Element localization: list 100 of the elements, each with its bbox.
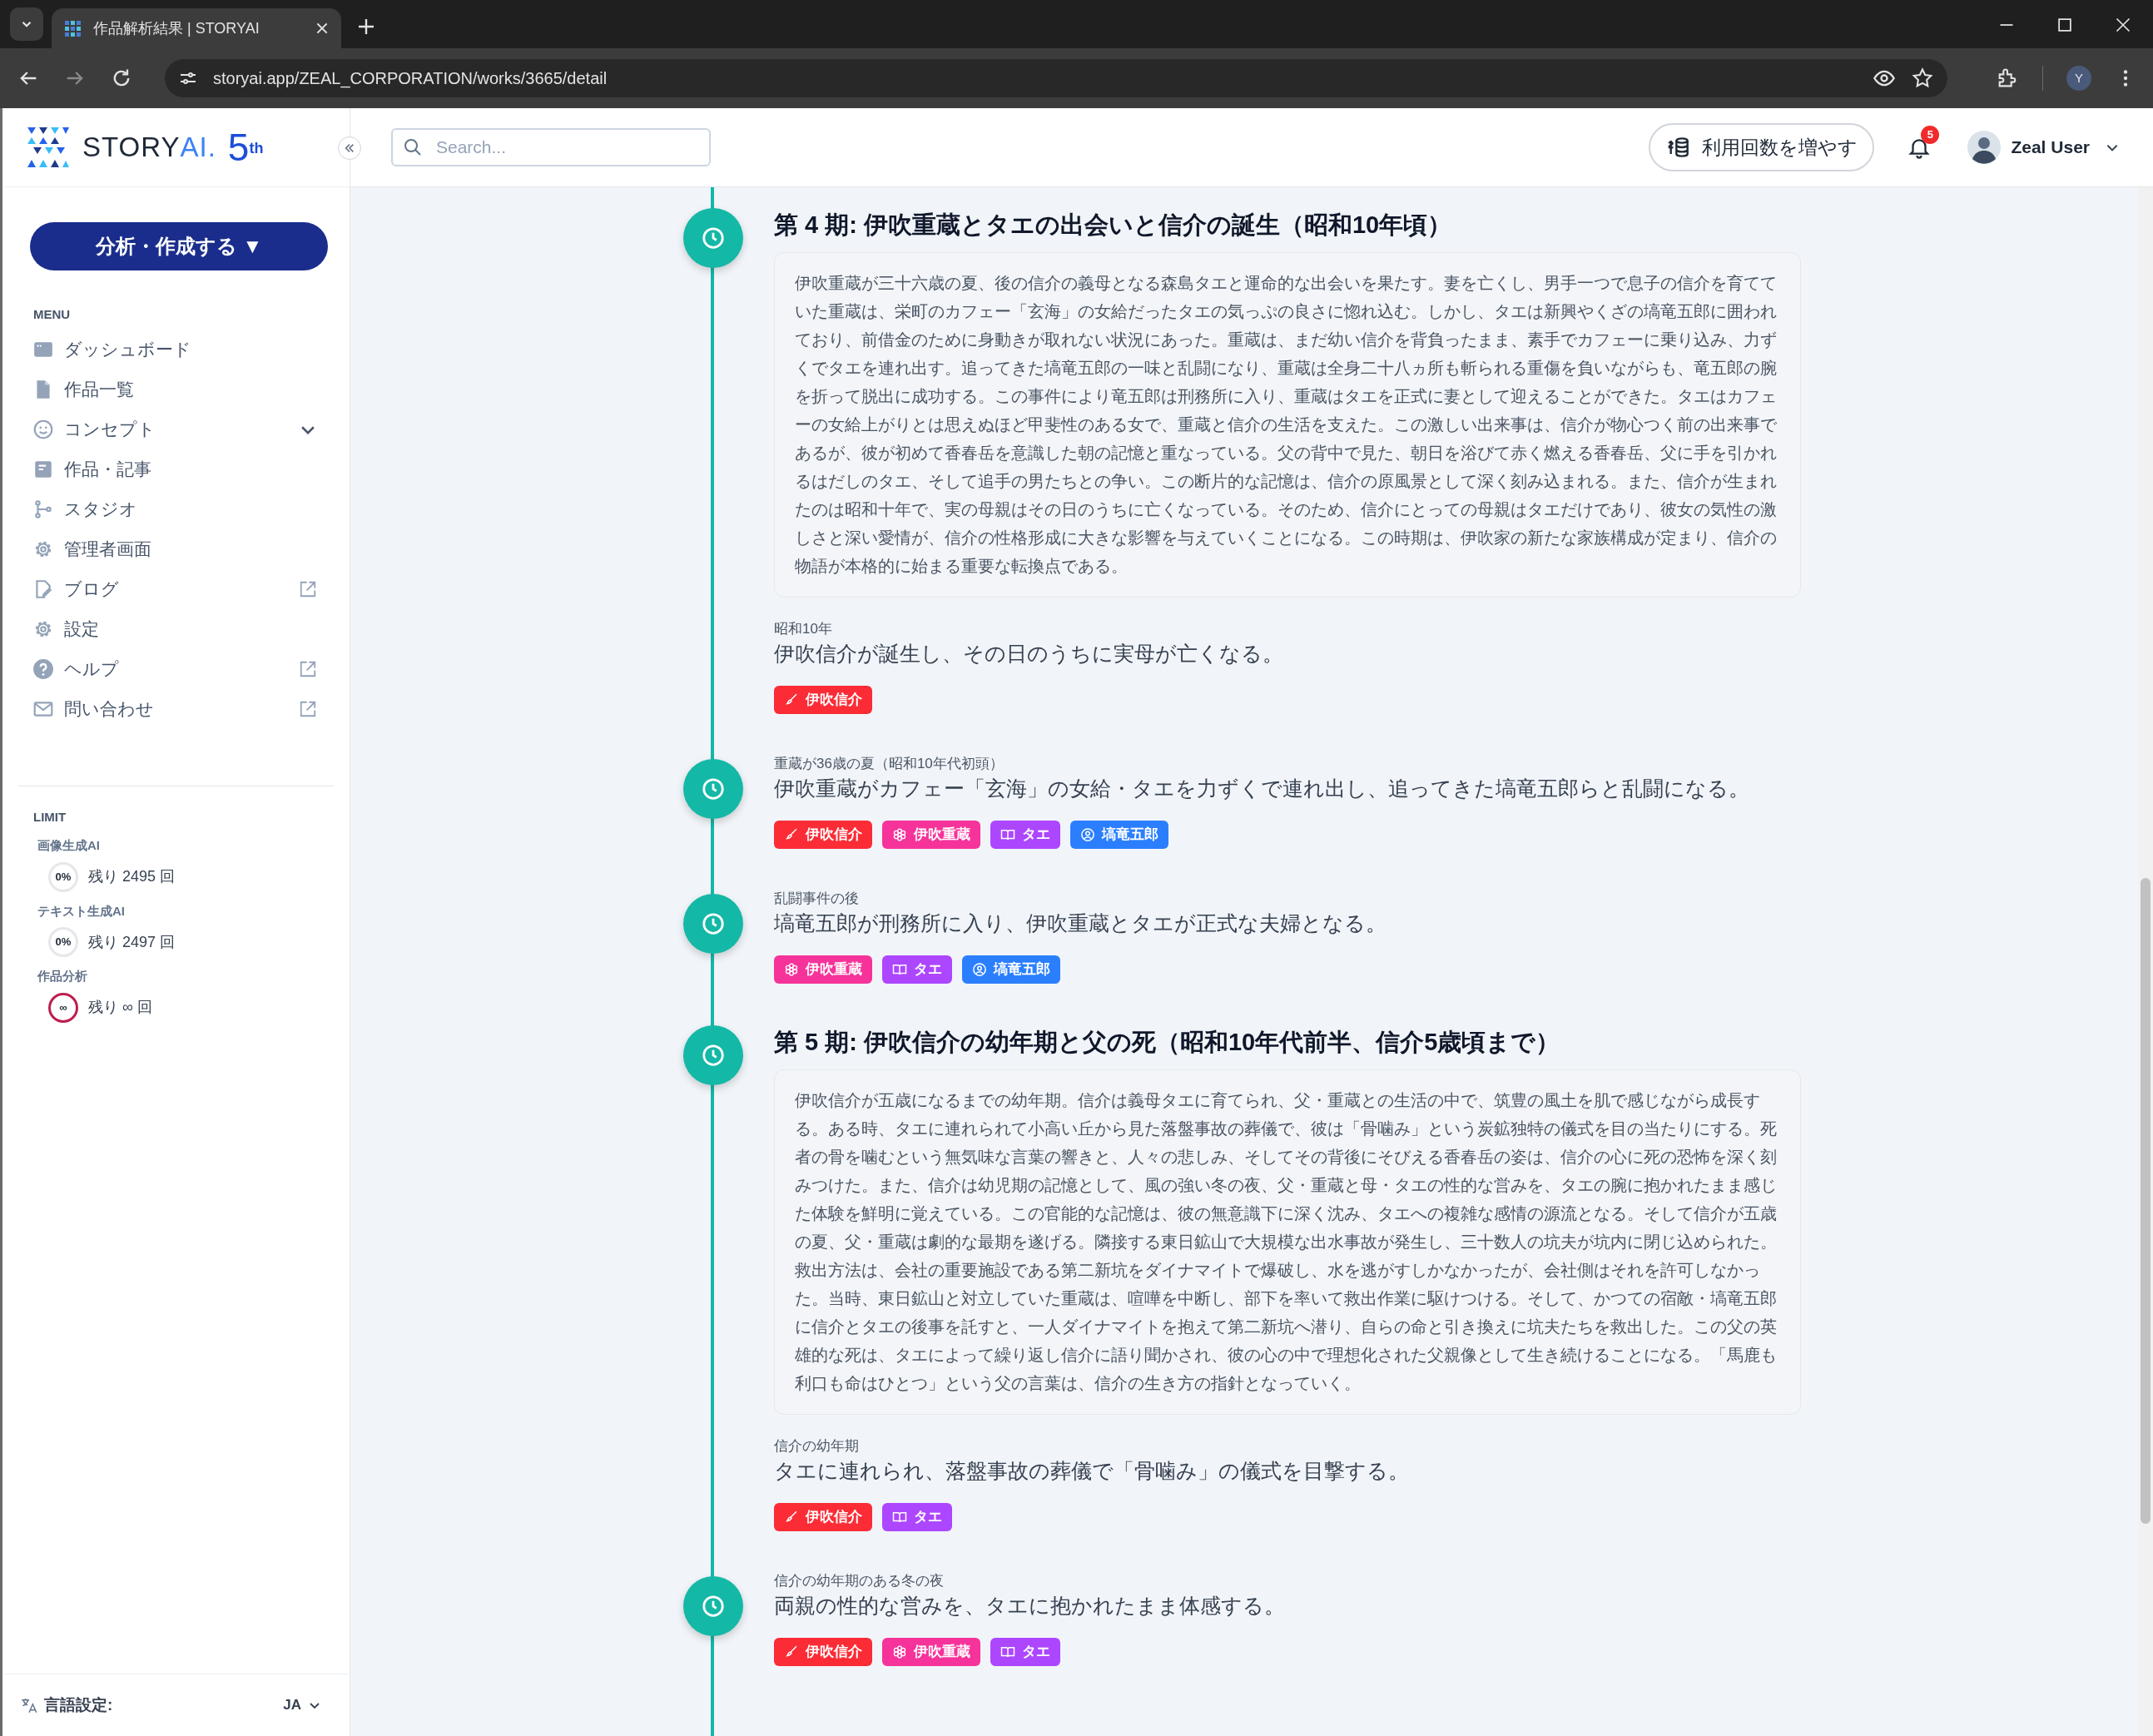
- event-date: 信介の幼年期: [774, 1437, 860, 1456]
- tab-search-button[interactable]: [10, 7, 43, 41]
- period-description: 伊吹重蔵が三十六歳の夏、後の信介の義母となる森島タエと運命的な出会いを果たす。妻を亡くし、男手一つで息子の信介を育てていた重蔵は、栄町のカフェー「玄海」の女給だったタエの気っぷの良さに惚れ込む。しかし、タエは新興やくざの塙竜五郎に囲われており、前借金のために身動きが取れない状況にあった。重蔵は、まだ幼い信介を背負ったまま、素手でカフェーに乗り込み、力ずくでタエを連れ出す。追ってきた塙竜五郎の一味と乱闘になり、重蔵は全身二十八ヵ所も斬られる重傷を負いながらも、竜五郎の腕を折って脱出に成功する。この事件により竜五郎は刑務所に入り、重蔵はタエを正式に妻として迎えることができた。タエはカフェーの女給上がりとは思えぬほど甲斐性のある女で、重蔵と信介の生活を支えた。この激しい出来事は、信介が物心つく前の出来事であるが、彼が初めて香春岳を意識した朝の記憶と重なっている。父の背中で見た、朝日を浴びて赤く燃える香春岳、父に手を引かれるはだしのタエ、そして追手の男たちとの争い。この断片的な記憶は、信介の原風景として深く刻み込まれる。また、信介が生まれたのは昭和十年で、実の母親はその日のうちに亡くなっている。そのため、信介にとっての母親はタエだけであり、彼女の気性の激しさと深い愛情が、信介の性格形成に大きな影響を与えていくことになる。この時期は、伊吹家の新たな家族構成が定まり、信介の物語が本格的に始まる重要な転換点である。: [774, 252, 1801, 598]
- close-icon[interactable]: [315, 21, 330, 36]
- character-tag[interactable]: 伊吹信介: [774, 686, 872, 714]
- book-icon: [892, 962, 907, 977]
- usage-meter: 0%: [48, 861, 78, 892]
- menu-item[interactable]: 作品・記事: [32, 449, 322, 489]
- external-link-icon: [299, 659, 317, 678]
- character-tag[interactable]: タエ: [882, 1503, 952, 1531]
- brush-icon: [784, 692, 799, 707]
- create-button[interactable]: 分析・作成する ▼: [30, 222, 328, 270]
- book-icon: [1000, 1644, 1015, 1659]
- limit-label: 作品分析: [37, 968, 88, 985]
- menu-item[interactable]: ブログ: [32, 568, 322, 609]
- logo-icon: [26, 126, 71, 169]
- external-link-icon: [299, 699, 317, 718]
- url-text: storyai.app/ZEAL_CORPORATION/works/3665/detail: [213, 68, 608, 90]
- character-tag[interactable]: 伊吹信介: [774, 821, 872, 849]
- character-tag[interactable]: タエ: [990, 821, 1060, 849]
- address-bar[interactable]: storyai.app/ZEAL_CORPORATION/works/3665/detail: [165, 59, 1947, 97]
- brush-icon: [784, 1644, 799, 1659]
- flower-icon: [784, 962, 799, 977]
- menu-item[interactable]: 作品一覧: [32, 369, 322, 409]
- user-circle-icon: [972, 962, 987, 977]
- brush-icon: [784, 827, 799, 842]
- character-tag[interactable]: 伊吹重蔵: [882, 1638, 980, 1666]
- flower-icon: [892, 1644, 907, 1659]
- event-text: タエに連れられ、落盤事故の葬儀で「骨噛み」の儀式を目撃する。: [774, 1459, 1410, 1484]
- remaining-count: 残り 2497 回: [88, 932, 176, 952]
- event-text: 両親の性的な営みを、タエに抱かれたまま体感する。: [774, 1594, 1286, 1619]
- book-icon: [892, 1510, 907, 1525]
- menu-item[interactable]: 管理者画面: [32, 528, 322, 569]
- scrollbar[interactable]: [2138, 187, 2153, 1736]
- event-text: 伊吹重蔵がカフェー「玄海」の女給・タエを力ずくで連れ出し、追ってきた塙竜五郎らと乱闘になる。: [774, 776, 1750, 801]
- event-date: 信介の幼年期のある冬の夜: [774, 1572, 945, 1590]
- profile-avatar[interactable]: Y: [2066, 66, 2091, 91]
- character-tag[interactable]: 塙竜五郎: [962, 955, 1060, 984]
- menu-item[interactable]: コンセプト: [32, 409, 322, 449]
- browser-tab[interactable]: 作品解析結果 | STORYAI: [52, 8, 341, 48]
- period-title: 第 5 期: 伊吹信介の幼年期と父の死（昭和10年代前半、信介5歳頃まで）: [774, 1028, 1561, 1057]
- user-circle-icon: [1080, 827, 1095, 842]
- character-tag[interactable]: 塙竜五郎: [1070, 821, 1168, 849]
- event-date: 昭和10年: [774, 620, 833, 638]
- smiley-icon: [32, 418, 54, 440]
- event-text: 塙竜五郎が刑務所に入り、伊吹重蔵とタエが正式な夫婦となる。: [774, 911, 1387, 936]
- avatar-icon: [1967, 131, 2002, 164]
- clock-icon: [701, 1043, 726, 1068]
- menu-item[interactable]: 設定: [32, 608, 322, 649]
- star-icon[interactable]: [1911, 67, 1934, 90]
- event-date: 重蔵が36歳の夏（昭和10年代初頭）: [774, 755, 1005, 773]
- period-description: 伊吹信介が五歳になるまでの幼年期。信介は義母タエに育てられ、父・重蔵との生活の中で、筑豊の風土を肌で感じながら成長する。ある時、タエに連れられて小高い丘から見た落盤事故の葬儀で、彼は「骨噛み」という炭鉱独特の儀式を目の当たりにする。死者の骨を噛むという無気味な言葉の響きと、人々の悲しみ、そしてその背後にそびえる香春岳の姿は、信介の心に死の恐怖を深く刻みつけた。また、信介は幼児期の記憶として、風の強い冬の夜、父・重蔵と母・タエの性的な営みを、タエの腕に抱かれたまま感じた体験を鮮明に覚えている。この官能的な記憶は、彼の無意識下に深く沈み、タエへの複雑な感情の源流となる。そして信介が五歳の夏、父・重蔵は劇的な最期を遂げる。隣接する東日鉱山で大規模な出水事故が発生し、三十数人の坑夫が坑内に閉じ込められた。救出方法は、会社の重要施設である第二新坑をダイナマイトで爆破し、水を逃がすしかなかったが、会社側はそれを許可しなかった。当時、東日鉱山と対立していた重蔵は、喧嘩を中断し、部下を率いて救出作業に駆けつける。そして、かつての宿敵・塙竜五郎に信介とタエの後事を託すと、一人ダイナマイトを抱えて第二新坑へ潜り、自らの命と引き換えに坑夫たちを救出した。この父の英雄的な死は、タエによって繰り返し信介に語り聞かされ、彼の心の中で理想化された父親像として生き続けることになる。「馬鹿も利口も命はひとつ」という父の言葉は、信介の生き方の指針となっていく。: [774, 1069, 1801, 1415]
- favicon-icon: [63, 18, 83, 38]
- clock-icon: [701, 226, 726, 250]
- search-field[interactable]: Search...: [391, 128, 711, 166]
- usage-meter: ∞: [48, 992, 78, 1023]
- clock-icon: [701, 911, 726, 936]
- flower-icon: [892, 827, 907, 842]
- period-title: 第 4 期: 伊吹重蔵とタエの出会いと信介の誕生（昭和10年頃）: [774, 211, 1453, 240]
- event-date: 乱闘事件の後: [774, 890, 860, 908]
- event-text: 伊吹信介が誕生し、その日のうちに実母が亡くなる。: [774, 642, 1284, 667]
- menu-item[interactable]: 問い合わせ: [32, 688, 322, 729]
- collapse-button[interactable]: [338, 136, 361, 160]
- anniversary-mark: 5$^{th}$: [227, 128, 264, 166]
- character-tag[interactable]: 伊吹重蔵: [774, 955, 872, 984]
- tab-title: 作品解析結果 | STORYAI: [93, 18, 260, 38]
- brush-icon: [784, 1510, 799, 1525]
- upgrade-button[interactable]: 利用回数を増やす: [1649, 123, 1875, 171]
- maximize-icon[interactable]: [2056, 17, 2073, 33]
- character-tag[interactable]: 伊吹信介: [774, 1503, 872, 1531]
- character-tag[interactable]: 伊吹重蔵: [882, 821, 980, 849]
- help-icon: [32, 657, 54, 680]
- character-tag[interactable]: タエ: [990, 1638, 1060, 1666]
- external-link-icon: [299, 579, 317, 598]
- usage-meter: 0%: [48, 927, 78, 957]
- menu-item[interactable]: ヘルプ: [32, 648, 322, 689]
- clock-icon: [701, 1594, 726, 1619]
- branch-icon: [32, 498, 54, 520]
- notification-badge: 5: [1921, 126, 1940, 144]
- limit-label: 画像生成AI: [37, 837, 101, 854]
- remaining-count: 残り ∞ 回: [88, 998, 152, 1017]
- translate-icon: [21, 1697, 37, 1714]
- limit-label: テキスト生成AI: [37, 902, 126, 920]
- character-tag[interactable]: 伊吹信介: [774, 1638, 872, 1666]
- double-chevron-left-icon: [344, 142, 355, 154]
- new-tab-icon[interactable]: [356, 17, 376, 37]
- user-menu[interactable]: Zeal User: [1967, 131, 2120, 164]
- language-label: 言語設定:: [44, 1694, 114, 1715]
- book-icon: [1000, 827, 1015, 842]
- clock-icon: [701, 776, 726, 801]
- search-icon: [403, 137, 423, 157]
- logo-wordmark: STORYAI.: [82, 131, 216, 165]
- section-heading: MENU: [33, 306, 72, 323]
- character-tag[interactable]: タエ: [882, 955, 952, 984]
- menu-item[interactable]: ダッシュボード: [32, 329, 322, 370]
- menu-item[interactable]: スタジオ: [32, 489, 322, 529]
- section-heading: LIMIT: [33, 808, 67, 826]
- remaining-count: 残り 2495 回: [88, 867, 176, 886]
- language-select[interactable]: JA: [283, 1694, 321, 1716]
- close-icon[interactable]: [2115, 17, 2131, 33]
